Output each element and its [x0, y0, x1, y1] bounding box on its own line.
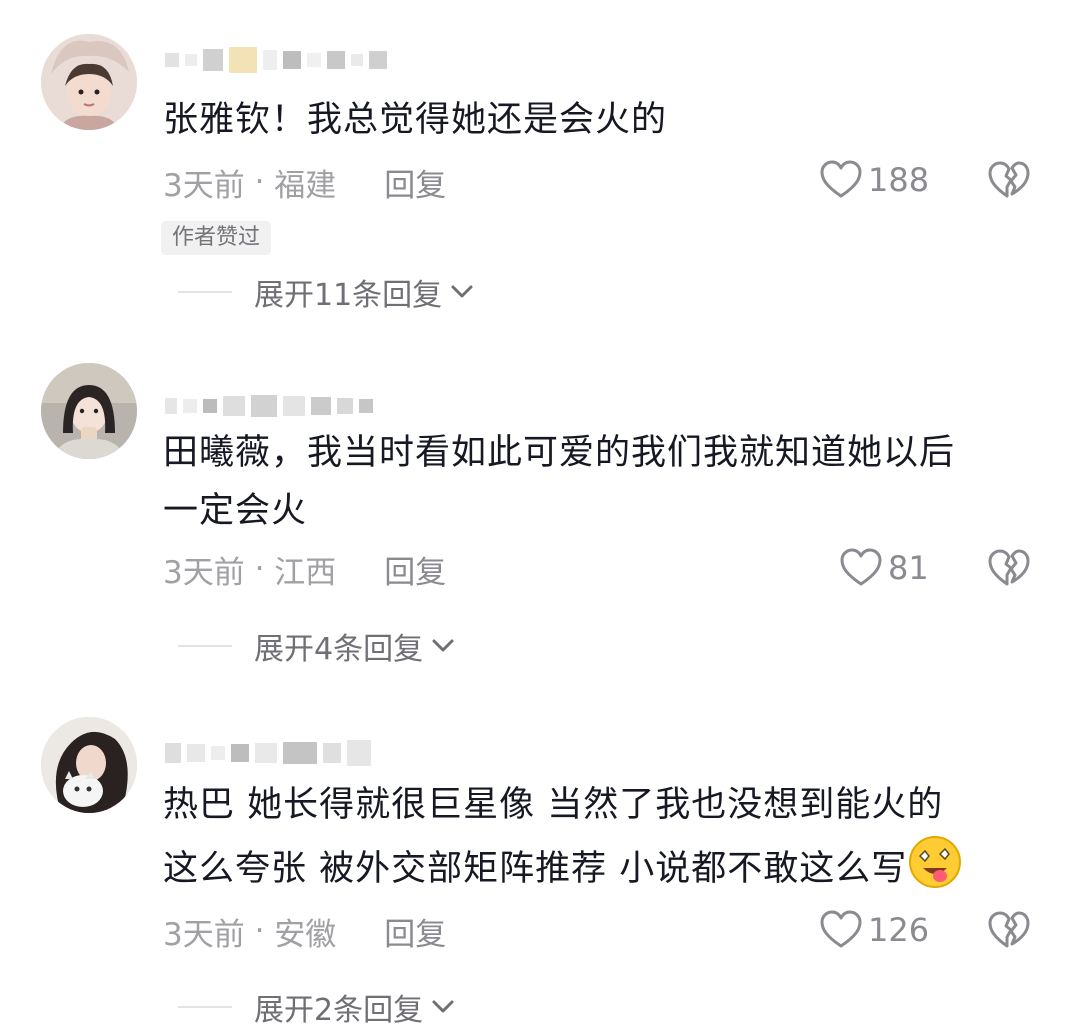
comment-location: 江西 [274, 554, 337, 591]
meta-separator: · [244, 551, 275, 587]
comment-text: 张雅钦！我总觉得她还是会火的 [163, 100, 668, 140]
drooling-face-emoji [907, 834, 963, 890]
like-count: 81 [888, 549, 929, 587]
avatar[interactable] [41, 363, 137, 459]
divider-line [178, 645, 232, 647]
expand-replies-button[interactable]: 展开4条回复 [178, 624, 455, 668]
chevron-down-icon [451, 285, 473, 298]
avatar[interactable] [41, 717, 137, 813]
reply-button[interactable]: 回复 [384, 909, 446, 954]
comment-text: 热巴 她长得就很巨星像 当然了我也没想到能火的 这么夸张 被外交部矩阵推荐 小说… [163, 776, 1023, 898]
reply-button[interactable]: 回复 [384, 547, 446, 592]
meta-separator: · [244, 913, 275, 949]
meta-separator: · [244, 164, 275, 200]
like-count: 188 [868, 161, 930, 199]
expand-replies-label: 展开2条回复 [254, 993, 424, 1028]
broken-heart-icon[interactable] [987, 546, 1031, 590]
avatar[interactable] [41, 34, 137, 130]
like-button[interactable]: 188 [820, 158, 929, 202]
expand-replies-label: 展开11条回复 [254, 278, 443, 313]
comment-text: 田曦薇，我当时看如此可爱的我们我就知道她以后 一定会火 [163, 424, 1023, 540]
chevron-down-icon [432, 639, 454, 652]
comment-location: 福建 [274, 167, 337, 204]
expand-replies-button[interactable]: 展开2条回复 [178, 985, 455, 1029]
comment-meta: 3天前 · 安徽 回复 [163, 909, 446, 954]
like-count: 126 [868, 911, 930, 949]
username-blurred[interactable] [165, 733, 371, 773]
comment-time: 3天前 [163, 916, 245, 953]
like-button[interactable]: 126 [820, 908, 929, 952]
comment-location: 安徽 [274, 916, 337, 953]
username-blurred[interactable] [165, 40, 387, 80]
comment-meta: 3天前 · 福建 回复 [163, 160, 446, 205]
author-liked-badge: 作者赞过 [161, 221, 272, 255]
comment-text-line: 这么夸张 被外交部矩阵推荐 小说都不敢这么写 [163, 834, 1023, 898]
heart-outline-icon [820, 910, 862, 948]
divider-line [178, 291, 232, 293]
comment-text-line: 田曦薇，我当时看如此可爱的我们我就知道她以后 [163, 433, 956, 473]
comment-time: 3天前 [163, 167, 245, 204]
comment-text-line: 一定会火 [163, 491, 308, 531]
heart-outline-icon [820, 160, 862, 198]
comment-meta: 3天前 · 江西 回复 [163, 547, 446, 592]
divider-line [178, 1006, 232, 1008]
heart-outline-icon [840, 548, 882, 586]
comment-time: 3天前 [163, 554, 245, 591]
broken-heart-icon[interactable] [987, 908, 1031, 952]
like-button[interactable]: 81 [840, 546, 929, 590]
comment-text-line: 热巴 她长得就很巨星像 当然了我也没想到能火的 [163, 785, 944, 825]
expand-replies-button[interactable]: 展开11条回复 [178, 270, 474, 314]
username-blurred[interactable] [165, 386, 373, 426]
chevron-down-icon [432, 1000, 454, 1013]
comment-text-segment: 这么夸张 被外交部矩阵推荐 小说都不敢这么写 [163, 849, 908, 889]
broken-heart-icon[interactable] [987, 158, 1031, 202]
reply-button[interactable]: 回复 [384, 160, 446, 205]
expand-replies-label: 展开4条回复 [254, 632, 424, 667]
